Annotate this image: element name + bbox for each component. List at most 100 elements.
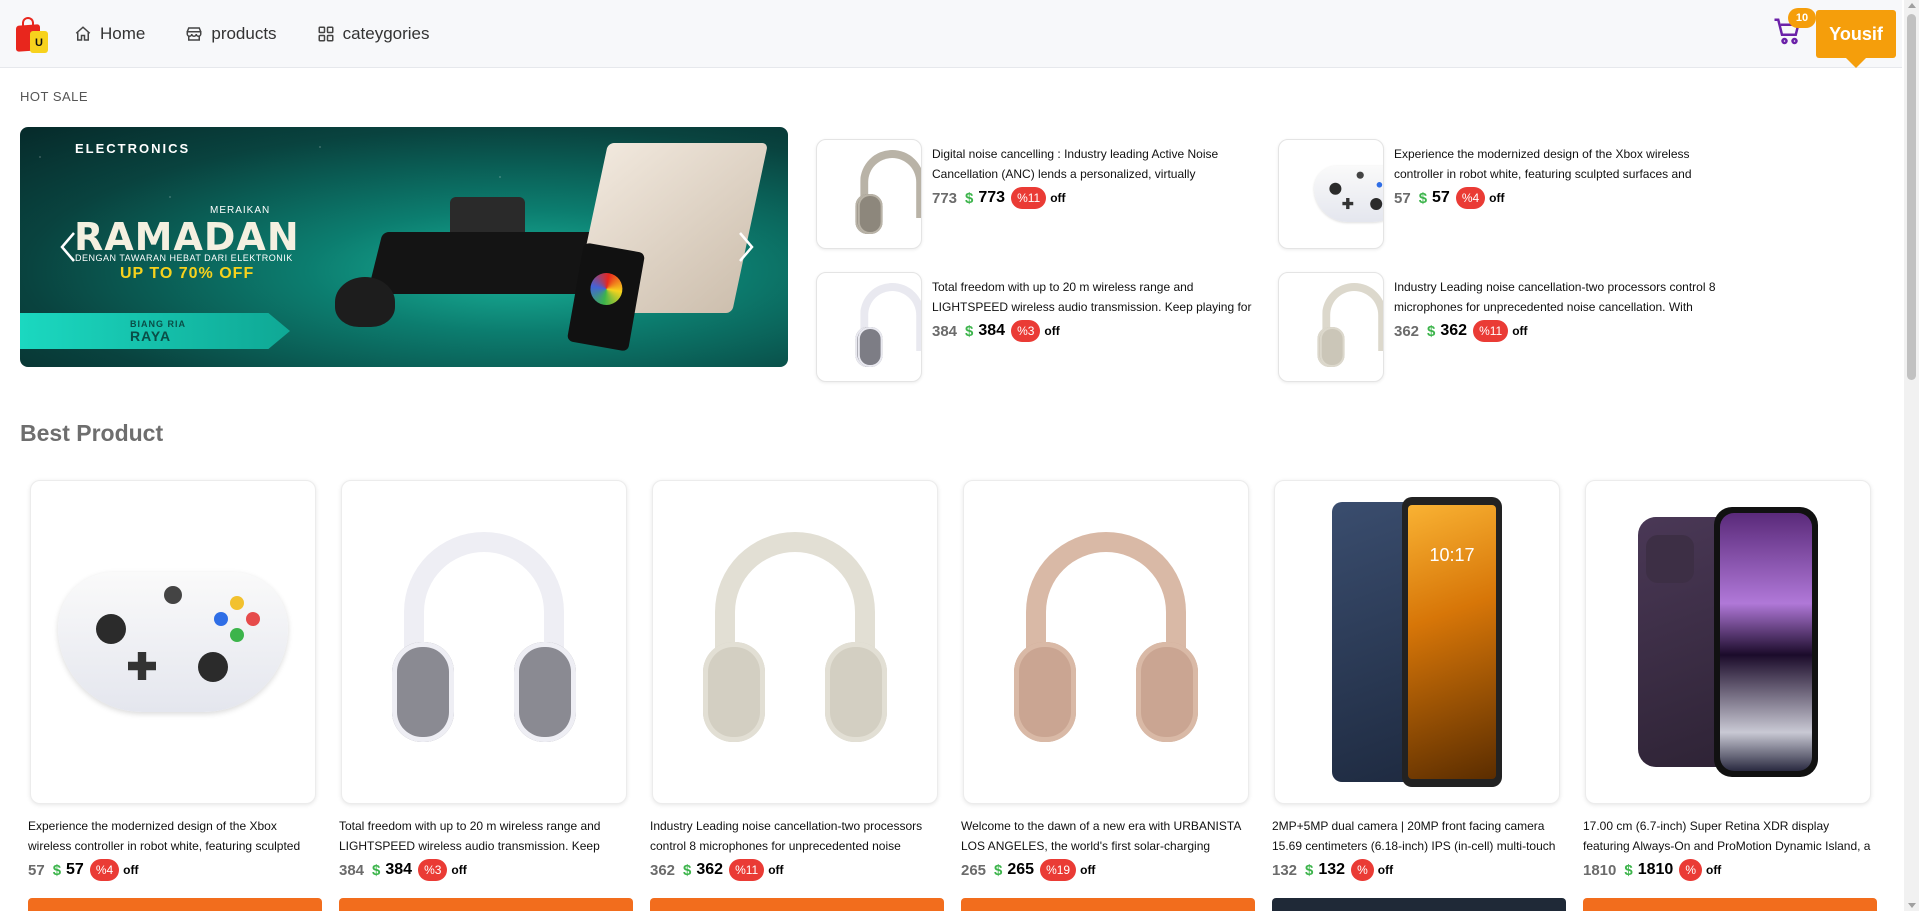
new-price: 362 xyxy=(696,861,724,878)
old-price: 1810 xyxy=(1583,861,1617,879)
currency-symbol: $ xyxy=(683,861,692,879)
new-price: 1810 xyxy=(1637,861,1674,878)
hot-sale-item-desc: Digital noise cancelling : Industry lead… xyxy=(932,147,1219,181)
scrollbar-thumb[interactable] xyxy=(1907,14,1916,380)
nav-products[interactable]: products xyxy=(185,23,277,44)
banner-line2: DENGAN TAWARAN HEBAT DARI ELEKTRONIK xyxy=(75,253,293,263)
cart-button[interactable]: 10 xyxy=(1772,8,1816,50)
new-price: 362 xyxy=(1440,322,1468,339)
discount-badge: % xyxy=(1351,859,1374,881)
iphone-icon xyxy=(1638,507,1818,777)
nav-home-label: Home xyxy=(100,23,146,43)
off-label: off xyxy=(768,863,784,877)
hot-sale-item[interactable]: Digital noise cancelling : Industry lead… xyxy=(816,139,1266,251)
hot-sale-carousel[interactable]: ELECTRONICS MERAIKAN RAMADAN DENGAN TAWA… xyxy=(20,127,788,367)
scroll-down-icon[interactable] xyxy=(1908,903,1916,908)
scroll-up-icon[interactable] xyxy=(1908,3,1916,8)
carousel-next-button[interactable] xyxy=(734,227,758,267)
add-to-cart-button[interactable] xyxy=(28,898,322,911)
product-image[interactable] xyxy=(652,480,938,804)
add-to-cart-button[interactable] xyxy=(650,898,944,911)
off-label: off xyxy=(1050,191,1066,205)
product-image[interactable] xyxy=(1585,480,1871,804)
hot-sale-item-desc: Total freedom with up to 20 m wireless r… xyxy=(932,280,1252,314)
add-to-cart-button[interactable] xyxy=(1272,898,1566,911)
phone-screen-time: 10:17 xyxy=(1408,505,1496,779)
product-desc: Experience the modernized design of the … xyxy=(28,819,301,853)
off-label: off xyxy=(1377,863,1394,877)
nav-categories-label: cateygories xyxy=(342,23,430,43)
off-label: off xyxy=(1044,324,1060,338)
hot-sale-item-image[interactable] xyxy=(816,139,922,249)
store-icon xyxy=(186,26,202,41)
shop-logo-icon[interactable]: U xyxy=(14,15,50,53)
off-label: off xyxy=(123,863,139,877)
add-to-cart-button[interactable] xyxy=(339,898,633,911)
product-card: Industry Leading noise cancellation-two … xyxy=(650,480,944,911)
new-price: 265 xyxy=(1007,861,1035,878)
currency-symbol: $ xyxy=(1305,861,1314,879)
product-image[interactable] xyxy=(30,480,316,804)
old-price: 362 xyxy=(650,861,676,879)
xbox-controller-icon xyxy=(1310,158,1383,230)
currency-symbol: $ xyxy=(52,861,62,879)
page-scrollbar[interactable] xyxy=(1904,0,1919,911)
headphones-cream-icon xyxy=(685,522,905,762)
new-price: 384 xyxy=(978,322,1006,339)
hot-sale-item-image[interactable] xyxy=(816,272,922,382)
discount-badge: %3 xyxy=(418,859,448,881)
hot-sale-item[interactable]: Industry Leading noise cancellation-two … xyxy=(1278,272,1728,384)
price-row: 384 $ 384 %3 off xyxy=(339,859,467,881)
add-to-cart-button[interactable] xyxy=(961,898,1255,911)
product-image[interactable] xyxy=(341,480,627,804)
product-image[interactable] xyxy=(963,480,1249,804)
hot-sale-item[interactable]: Experience the modernized design of the … xyxy=(1278,139,1728,251)
discount-badge: %11 xyxy=(1011,187,1047,209)
currency-symbol: $ xyxy=(965,322,974,340)
price-row: 362 $ 362 %11 off xyxy=(1394,320,1528,342)
product-desc: Total freedom with up to 20 m wireless r… xyxy=(339,819,601,853)
product-image[interactable]: 10:17 xyxy=(1274,480,1560,804)
carousel-prev-button[interactable] xyxy=(56,227,80,267)
currency-symbol: $ xyxy=(965,189,974,207)
new-price: 57 xyxy=(66,861,84,878)
add-to-cart-button[interactable] xyxy=(1583,898,1877,911)
gaming-headset-icon xyxy=(374,522,594,762)
product-card: Welcome to the dawn of a new era with UR… xyxy=(961,480,1255,911)
headphones-rose-icon xyxy=(996,522,1216,762)
discount-badge: %19 xyxy=(1040,859,1077,881)
page: { "nav": { "home": "Home", "products": "… xyxy=(0,0,1919,911)
user-menu-button[interactable]: Yousif xyxy=(1816,10,1896,68)
mouse-image xyxy=(335,277,395,327)
new-price: 384 xyxy=(385,861,413,878)
price-row: 57 $ 57 %4 off xyxy=(28,859,139,881)
hot-sale-item[interactable]: Total freedom with up to 20 m wireless r… xyxy=(816,272,1266,384)
gaming-headset-icon xyxy=(848,279,921,375)
keyboard-image xyxy=(367,232,603,294)
hot-sale-item-image[interactable] xyxy=(1278,272,1384,382)
off-label: off xyxy=(1489,191,1505,205)
discount-badge: %11 xyxy=(1473,320,1509,342)
old-price: 57 xyxy=(1394,189,1411,207)
price-row: 57 $ 57 %4 off xyxy=(1394,187,1505,209)
nav-products-label: products xyxy=(211,23,277,43)
currency-symbol: $ xyxy=(994,861,1003,879)
new-price: 132 xyxy=(1318,861,1346,878)
nav-categories[interactable]: cateygories xyxy=(317,24,430,44)
chevron-left-icon xyxy=(60,232,75,262)
hot-sale-title: HOT SALE xyxy=(20,89,89,104)
hot-sale-item-desc: Experience the modernized design of the … xyxy=(1394,147,1692,181)
new-price: 773 xyxy=(978,189,1006,206)
product-card: Experience the modernized design of the … xyxy=(28,480,322,911)
headphones-cream-icon xyxy=(1310,279,1383,375)
price-row: 362 $ 362 %11 off xyxy=(650,859,784,881)
product-card: 17.00 cm (6.7-inch) Super Retina XDR dis… xyxy=(1583,480,1877,911)
hot-sale-item-desc: Industry Leading noise cancellation-two … xyxy=(1394,280,1716,314)
product-desc: Industry Leading noise cancellation-two … xyxy=(650,819,923,853)
currency-symbol: $ xyxy=(1418,189,1428,207)
product-desc: 2MP+5MP dual camera | 20MP front facing … xyxy=(1272,819,1556,853)
discount-badge: %4 xyxy=(89,859,120,881)
nav-home[interactable]: Home xyxy=(74,24,145,44)
hot-sale-item-image[interactable] xyxy=(1278,139,1384,249)
product-card: 10:17 2MP+5MP dual camera | 20MP front f… xyxy=(1272,480,1566,911)
